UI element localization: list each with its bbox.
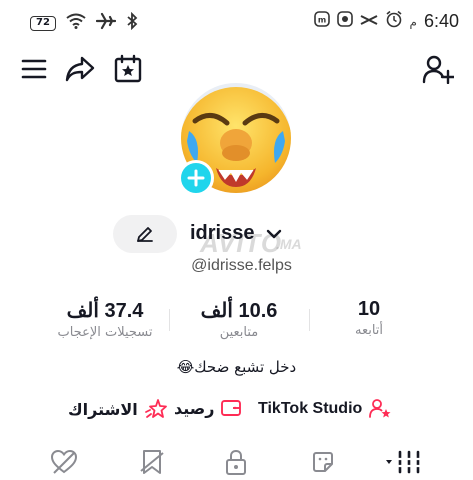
tab-private-likes[interactable] xyxy=(138,448,166,476)
following-label: أتابعه xyxy=(354,323,384,338)
hamburger-icon xyxy=(21,59,47,79)
chevron-down-icon xyxy=(266,229,282,239)
status-right: m م 6:40 xyxy=(313,10,459,33)
status-ampm: م xyxy=(409,14,417,29)
lock-icon xyxy=(226,449,246,475)
following-stat[interactable]: 10 أتابعه xyxy=(294,298,444,338)
account-switch-button[interactable] xyxy=(266,226,282,245)
add-avatar-button[interactable] xyxy=(178,160,214,196)
svg-text:m: m xyxy=(317,16,325,25)
wallet-icon xyxy=(221,400,242,416)
subscription-star-icon xyxy=(144,399,167,418)
app-icon-record xyxy=(336,11,353,32)
profile-bio: دخل تشبع ضحك😂 xyxy=(176,358,297,376)
wifi-icon xyxy=(66,13,86,33)
profile-handle: @idrisse.felps xyxy=(191,257,292,274)
status-left: 72 xyxy=(30,11,138,34)
likes-count: 37.4 ألف xyxy=(66,300,144,322)
sticker-icon xyxy=(313,452,333,472)
followers-stat[interactable]: 10.6 ألف متابعين xyxy=(164,298,314,340)
status-time: 6:40 xyxy=(423,11,459,31)
subscription-link[interactable]: الاشتراك xyxy=(68,398,168,420)
subscription-label: الاشتراك xyxy=(68,399,138,419)
menu-button[interactable] xyxy=(17,52,51,86)
share-icon xyxy=(65,56,95,82)
add-user-icon xyxy=(422,55,454,84)
tiktok-studio-label: TikTok Studio xyxy=(258,400,363,417)
share-profile-button[interactable] xyxy=(63,52,97,86)
studio-user-star-icon xyxy=(369,399,391,418)
bluetooth-icon xyxy=(126,11,138,34)
alarm-icon xyxy=(385,10,403,33)
tab-videos[interactable] xyxy=(384,448,424,476)
edit-name-button[interactable] xyxy=(113,215,177,253)
airplane-icon xyxy=(95,12,117,34)
battery-icon: 72 xyxy=(30,15,56,31)
tab-private[interactable] xyxy=(222,448,250,476)
heart-hidden-icon xyxy=(50,449,78,474)
tiktok-studio-link[interactable]: TikTok Studio xyxy=(258,398,392,420)
pencil-icon xyxy=(137,227,153,242)
bookmark-hidden-icon xyxy=(140,450,164,474)
grid-dropdown-icon xyxy=(386,450,421,474)
following-count: 10 xyxy=(357,298,381,320)
likes-stat[interactable]: 37.4 ألف تسجيلات الإعجاب xyxy=(30,298,180,340)
balance-link[interactable]: رصيد xyxy=(174,398,242,418)
calendar-button[interactable] xyxy=(111,52,145,86)
tab-reposts[interactable] xyxy=(309,448,337,476)
add-friend-button[interactable] xyxy=(421,52,455,86)
app-icon-mi: m xyxy=(313,11,330,32)
likes-label: تسجيلات الإعجاب xyxy=(57,325,153,340)
tab-liked[interactable] xyxy=(50,448,78,476)
balance-label: رصيد xyxy=(174,398,215,418)
username[interactable]: idrisse xyxy=(190,222,254,245)
followers-label: متابعين xyxy=(219,325,259,340)
calendar-star-icon xyxy=(114,54,142,83)
followers-count: 10.6 ألف xyxy=(200,300,278,322)
capcut-icon xyxy=(360,12,378,32)
status-bar: 72 m م 6:40 xyxy=(0,0,473,44)
plus-icon xyxy=(187,169,205,187)
